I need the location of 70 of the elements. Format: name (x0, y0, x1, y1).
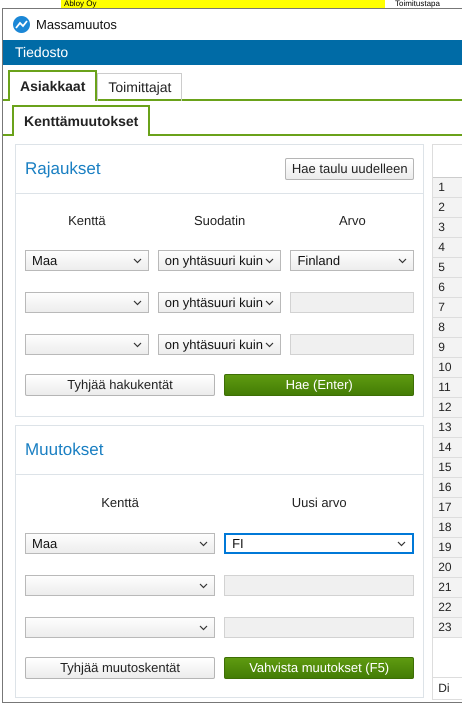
row-number: 21 (433, 578, 462, 598)
footer-label: Di (433, 677, 462, 699)
dropdown[interactable] (25, 575, 216, 596)
menu-item[interactable]: Tiedosto (15, 42, 68, 63)
dropdown[interactable]: FI (224, 533, 414, 554)
row-number: 15 (433, 458, 462, 478)
column-header: Toimitustapa (395, 0, 440, 8)
row-number: 20 (433, 558, 462, 578)
row-number: 3 (433, 218, 462, 238)
row-number: 10 (433, 358, 462, 378)
row-number: 22 (433, 598, 462, 618)
dropdown[interactable]: Maa (25, 533, 216, 554)
chevron-down-icon (398, 258, 408, 264)
dropdown[interactable] (25, 334, 149, 355)
chevron-down-icon (132, 300, 142, 306)
dropdown[interactable]: Maa (25, 250, 149, 271)
input-field[interactable] (290, 334, 414, 355)
column-label: Kenttä (100, 494, 140, 512)
row-number: 12 (433, 398, 462, 418)
dropdown[interactable]: on yhtäsuuri kuin (158, 250, 282, 271)
chevron-down-icon (265, 300, 274, 306)
input-field[interactable] (290, 292, 414, 313)
row-number: 16 (433, 478, 462, 498)
button[interactable]: Hae (Enter) (224, 374, 414, 396)
button[interactable]: Tyhjää hakukentät (25, 374, 216, 396)
button[interactable]: Hae taulu uudelleen (285, 158, 414, 180)
chevron-down-icon (199, 540, 208, 546)
button[interactable]: Vahvista muutokset (F5) (224, 657, 414, 679)
column-label: Uusi arvo (290, 494, 348, 512)
tab[interactable]: Toimittajat (97, 73, 182, 101)
chevron-down-icon (132, 342, 142, 348)
row-number: 11 (433, 378, 462, 398)
chevron-down-icon (199, 624, 208, 630)
tab[interactable]: Kenttämuutokset (12, 105, 150, 136)
row-number: 14 (433, 438, 462, 458)
dropdown[interactable]: Finland (290, 250, 414, 271)
panel-title: Rajaukset (25, 158, 101, 180)
row-number: 13 (433, 418, 462, 438)
table-cell: Abloy Oy (61, 0, 385, 8)
row-number: 1 (433, 178, 462, 198)
column-label: Arvo (338, 212, 367, 230)
row-number: 18 (433, 518, 462, 538)
row-number: 5 (433, 258, 462, 278)
button[interactable]: Tyhjää muutoskentät (25, 657, 216, 679)
dropdown[interactable]: on yhtäsuuri kuin (158, 334, 282, 355)
dropdown[interactable] (25, 617, 216, 638)
tab[interactable]: Asiakkaat (8, 70, 98, 101)
row-number: 4 (433, 238, 462, 258)
input-field[interactable] (224, 617, 414, 638)
row-number: 23 (433, 618, 462, 638)
row-number: 7 (433, 298, 462, 318)
panel-title: Muutokset (25, 439, 104, 462)
input-field[interactable] (224, 575, 414, 596)
column-label: Kenttä (67, 212, 107, 230)
chevron-down-icon (132, 258, 142, 264)
app-logo-icon (13, 16, 30, 33)
chevron-down-icon (199, 582, 208, 588)
column-label: Suodatin (192, 212, 246, 230)
chevron-down-icon (265, 342, 274, 348)
dropdown[interactable] (25, 292, 149, 313)
row-number: 19 (433, 538, 462, 558)
dropdown[interactable]: on yhtäsuuri kuin (158, 292, 282, 313)
row-number: 9 (433, 338, 462, 358)
window-title: Massamuutos (36, 16, 117, 34)
chevron-down-icon (397, 540, 406, 546)
row-number: 8 (433, 318, 462, 338)
row-number: 2 (433, 198, 462, 218)
row-number: 6 (433, 278, 462, 298)
row-number: 17 (433, 498, 462, 518)
chevron-down-icon (265, 258, 274, 264)
